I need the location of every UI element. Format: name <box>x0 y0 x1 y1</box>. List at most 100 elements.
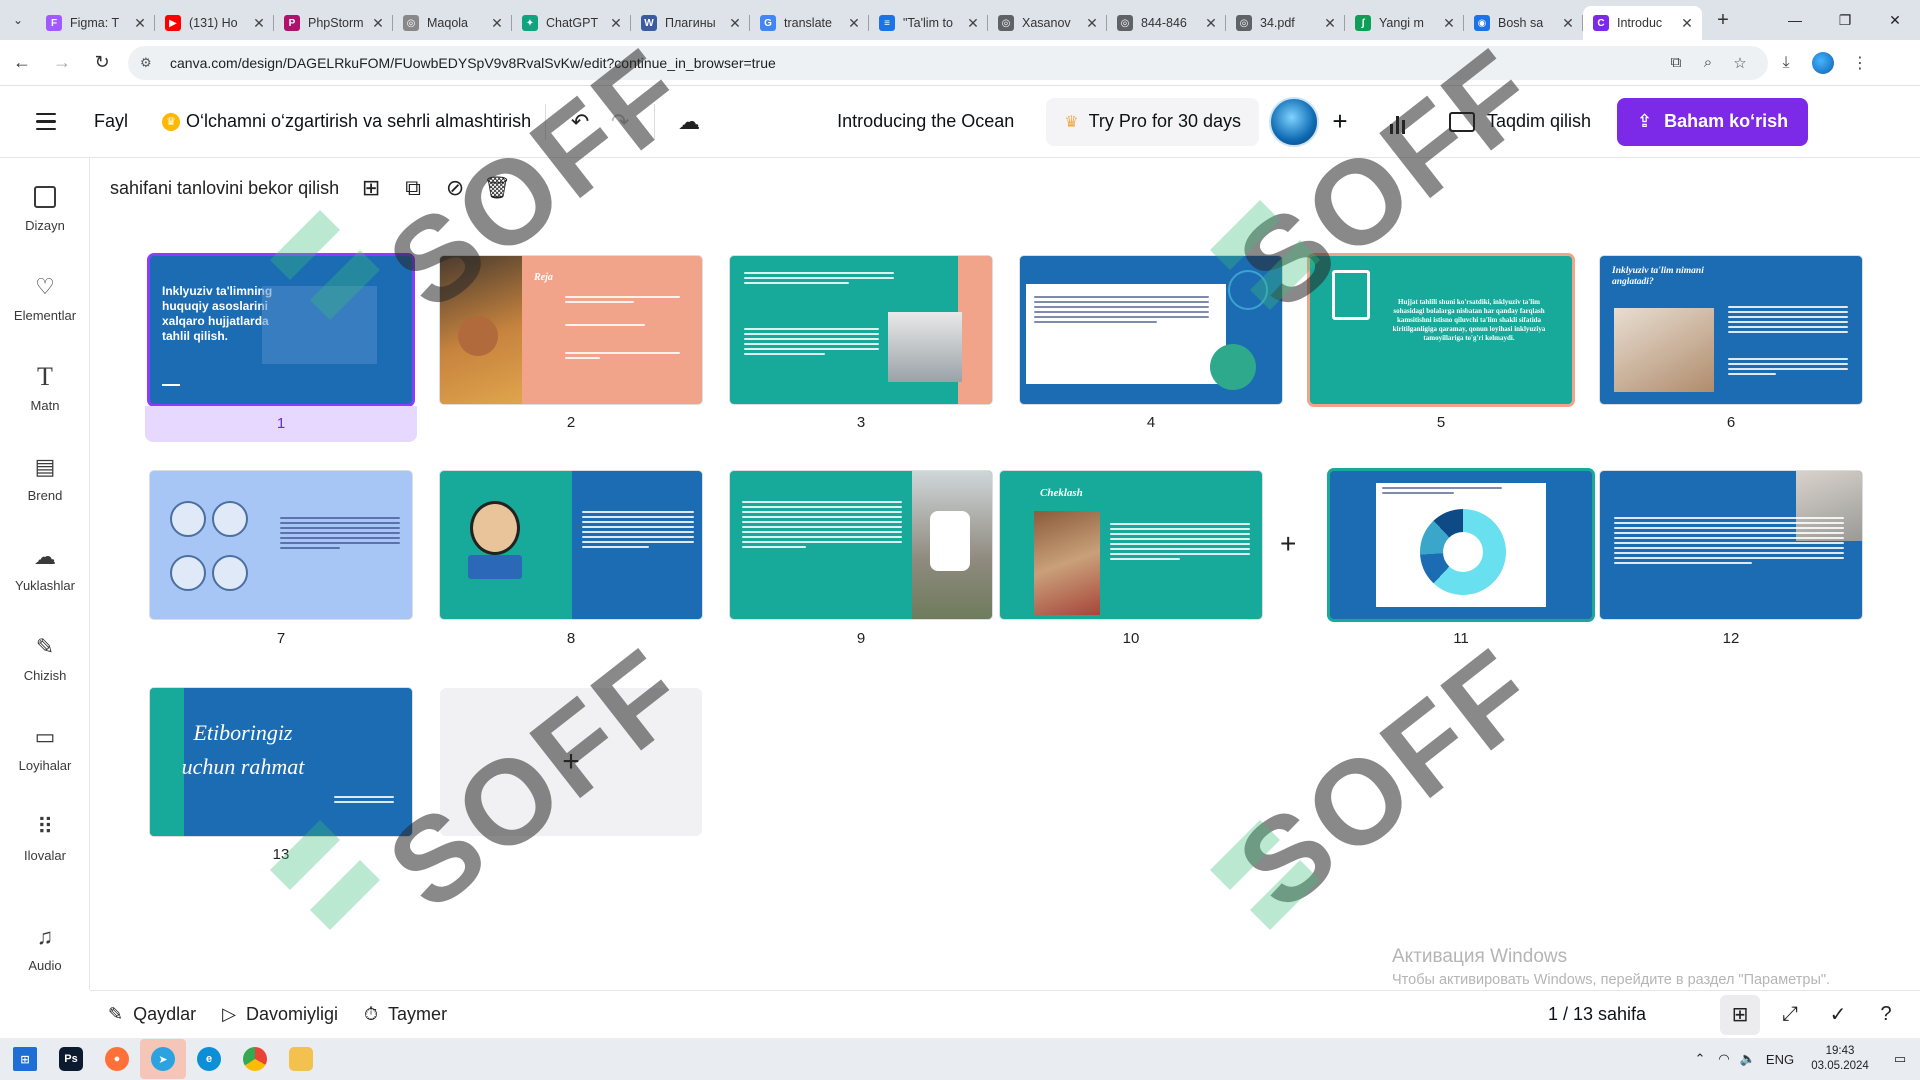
browser-tab[interactable]: ◎ Xasanov ✕ <box>988 6 1107 40</box>
browser-tab[interactable]: ▶ (131) Ho ✕ <box>155 6 274 40</box>
tab-close-icon[interactable]: ✕ <box>728 15 742 32</box>
slide-thumbnail-7[interactable] <box>150 471 412 619</box>
slide-thumbnail-8[interactable] <box>440 471 702 619</box>
close-window-button[interactable]: ✕ <box>1870 0 1920 40</box>
taskbar-app-edge[interactable]: e <box>186 1039 232 1079</box>
browser-tab[interactable]: ◎ Maqola ✕ <box>393 6 512 40</box>
taskbar-app-photoshop[interactable]: Ps <box>48 1039 94 1079</box>
browser-tab[interactable]: P PhpStorm ✕ <box>274 6 393 40</box>
tab-search-icon[interactable]: ⌄ <box>0 0 36 40</box>
hamburger-menu-icon[interactable] <box>28 104 64 140</box>
zoom-icon[interactable]: ⌕ <box>1692 54 1724 71</box>
site-info-icon[interactable]: ⚙ <box>140 55 160 71</box>
timer-button[interactable]: ⏱ Taymer <box>364 1004 447 1025</box>
browser-tab[interactable]: ʃ Yangi m ✕ <box>1345 6 1464 40</box>
slide-thumbnail-13[interactable]: Etiboringiz uchun rahmat <box>150 688 412 836</box>
file-menu-button[interactable]: Fayl <box>94 111 128 132</box>
browser-tab[interactable]: ◉ Bosh sa ✕ <box>1464 6 1583 40</box>
check-circle-icon[interactable]: ✓ <box>1818 995 1858 1035</box>
fullscreen-icon[interactable]: ⤢ <box>1770 995 1810 1035</box>
profile-avatar[interactable] <box>1812 51 1834 74</box>
tab-close-icon[interactable]: ✕ <box>966 15 980 32</box>
share-button[interactable]: ⇪ Baham ko‘rish <box>1617 97 1809 146</box>
sidebar-item-projects[interactable]: ▭ Loyihalar <box>0 702 90 792</box>
browser-tab[interactable]: W Плагины ✕ <box>631 6 750 40</box>
browser-tab[interactable]: ◎ 34.pdf ✕ <box>1226 6 1345 40</box>
slide-thumbnail-6[interactable]: Inklyuziv ta'lim nimani anglatadi? <box>1600 256 1862 404</box>
start-button[interactable]: ⊞ <box>2 1039 48 1079</box>
sidebar-item-draw[interactable]: ✎ Chizish <box>0 612 90 702</box>
new-tab-button[interactable]: + <box>1706 3 1740 37</box>
redo-icon[interactable]: ↷ <box>600 102 640 142</box>
tab-close-icon[interactable]: ✕ <box>252 15 266 32</box>
taskbar-app-explorer[interactable] <box>278 1039 324 1079</box>
back-button[interactable]: ← <box>4 45 40 81</box>
sidebar-item-brand[interactable]: ▤ Brend <box>0 432 90 522</box>
grid-view-icon[interactable]: ⊞ <box>1720 994 1760 1035</box>
tab-close-icon[interactable]: ✕ <box>847 15 861 32</box>
sidebar-item-uploads[interactable]: ☁ Yuklashlar <box>0 522 90 612</box>
slide-thumbnail-3[interactable] <box>730 256 992 404</box>
document-title[interactable]: Introducing the Ocean <box>837 111 1014 132</box>
taskbar-app-chrome[interactable] <box>232 1039 278 1079</box>
sidebar-item-design[interactable]: Dizayn <box>0 162 90 252</box>
tab-close-icon[interactable]: ✕ <box>609 15 623 32</box>
browser-tab[interactable]: ≡ "Ta'lim to ✕ <box>869 6 988 40</box>
language-indicator[interactable]: ENG <box>1760 1052 1800 1067</box>
install-app-icon[interactable]: ⧉ <box>1660 54 1692 71</box>
reload-button[interactable]: ↻ <box>84 45 120 81</box>
cloud-saved-icon[interactable]: ☁ <box>669 102 709 142</box>
tab-close-icon[interactable]: ✕ <box>1323 15 1337 32</box>
minimize-button[interactable]: — <box>1770 0 1820 40</box>
url-omnibox[interactable]: ⚙ canva.com/design/DAGELRkuFOM/FUowbEDYS… <box>128 45 1768 80</box>
browser-tab[interactable]: Gtranslate ✕ <box>750 6 869 40</box>
tab-close-icon[interactable]: ✕ <box>1680 15 1694 32</box>
tab-close-icon[interactable]: ✕ <box>1085 15 1099 32</box>
sidebar-item-elements[interactable]: ♡ Elementlar <box>0 252 90 342</box>
present-button[interactable]: Taqdim qilish <box>1433 98 1607 146</box>
slide-thumbnail-11[interactable] <box>1330 471 1592 619</box>
delete-page-icon[interactable]: 🗑 <box>479 170 515 206</box>
taskbar-app-firefox[interactable]: ● <box>94 1039 140 1079</box>
tab-close-icon[interactable]: ✕ <box>1442 15 1456 32</box>
user-avatar[interactable] <box>1269 96 1319 147</box>
url-text[interactable]: canva.com/design/DAGELRkuFOM/FUowbEDYSpV… <box>170 55 1660 71</box>
duration-button[interactable]: ▷ Davomiyligi <box>222 1004 338 1025</box>
slide-thumbnail-4[interactable] <box>1020 256 1282 404</box>
tab-close-icon[interactable]: ✕ <box>371 15 385 32</box>
duplicate-page-icon[interactable]: ⧉ <box>395 170 431 206</box>
add-page-icon[interactable]: ⊞ <box>353 170 389 206</box>
resize-button[interactable]: ♛ O‘lchamni o‘zgartirish va sehrli almas… <box>162 111 531 132</box>
undo-icon[interactable]: ↶ <box>560 102 600 142</box>
chevron-up-icon[interactable]: ⌃ <box>1688 1051 1712 1067</box>
taskbar-app-telegram[interactable]: ➤ <box>140 1039 186 1079</box>
add-page-button[interactable]: + <box>440 688 702 836</box>
deselect-pages-button[interactable]: sahifani tanlovini bekor qilish <box>110 178 339 199</box>
maximize-button[interactable]: ❐ <box>1820 0 1870 40</box>
tab-close-icon[interactable]: ✕ <box>490 15 504 32</box>
sidebar-item-text[interactable]: T Matn <box>0 342 90 432</box>
tab-close-icon[interactable]: ✕ <box>1561 15 1575 32</box>
browser-tab[interactable]: ✦ ChatGPT ✕ <box>512 6 631 40</box>
volume-icon[interactable]: 🔈 <box>1736 1051 1760 1067</box>
wifi-icon[interactable]: ◠ <box>1712 1051 1736 1067</box>
browser-tab[interactable]: ◎ 844-846 ✕ <box>1107 6 1226 40</box>
clock[interactable]: 19:43 03.05.2024 <box>1800 1044 1880 1074</box>
slide-thumbnail-9[interactable] <box>730 471 992 619</box>
slide-thumbnail-12[interactable] <box>1600 471 1862 619</box>
page-counter[interactable]: 1 / 13 sahifa <box>1548 1004 1646 1025</box>
help-icon[interactable]: ? <box>1866 995 1906 1035</box>
sidebar-item-audio[interactable]: ♫ Audio <box>0 902 90 992</box>
browser-tab[interactable]: F Figma: T ✕ <box>36 6 155 40</box>
tab-close-icon[interactable]: ✕ <box>133 15 147 32</box>
try-pro-button[interactable]: ♛ Try Pro for 30 days <box>1046 97 1259 146</box>
notes-button[interactable]: ✎ Qaydlar <box>108 1004 196 1025</box>
tab-close-icon[interactable]: ✕ <box>1204 15 1218 32</box>
forward-button[interactable]: → <box>44 45 80 81</box>
bookmark-star-icon[interactable]: ☆ <box>1724 54 1756 72</box>
hide-page-icon[interactable]: ⊘ <box>437 170 473 206</box>
slide-thumbnail-10[interactable]: Cheklash <box>1000 471 1262 619</box>
insights-chart-icon[interactable] <box>1375 100 1419 144</box>
slide-thumbnail-5[interactable]: Hujjat tahlili shuni ko'rsatdiki, inklyu… <box>1310 256 1572 404</box>
slide-thumbnail-1[interactable]: Inklyuziv ta'limning huquqiy asoslarini … <box>150 256 412 404</box>
